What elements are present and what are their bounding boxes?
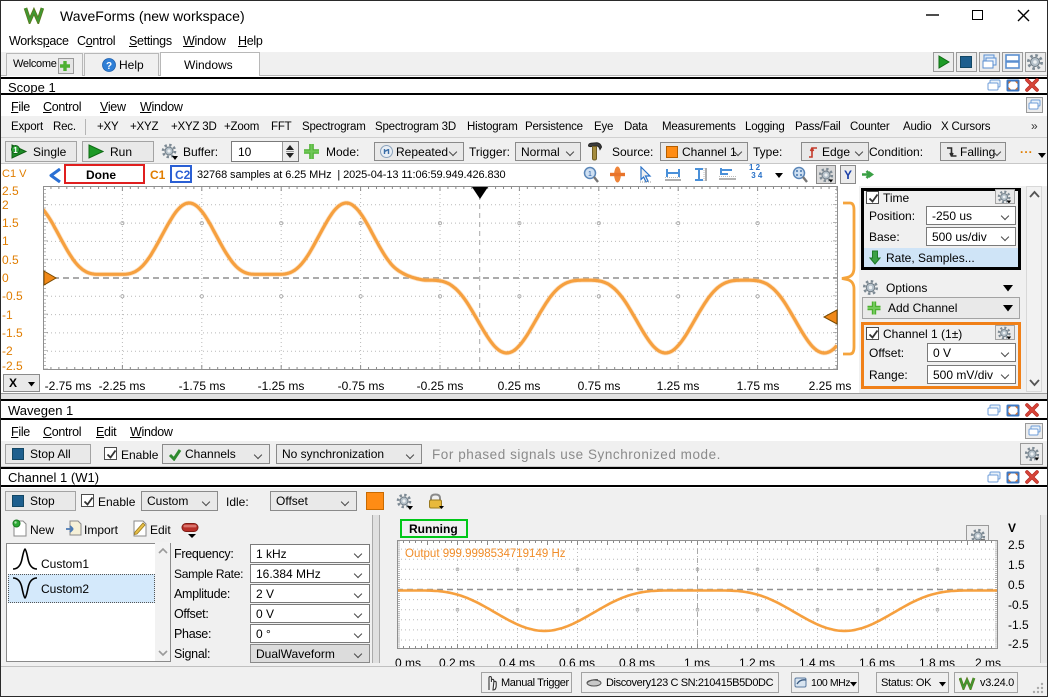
svg-text:?: ? bbox=[106, 61, 112, 72]
svg-text:1: 1 bbox=[13, 146, 18, 155]
svg-text:1: 1 bbox=[588, 171, 592, 178]
